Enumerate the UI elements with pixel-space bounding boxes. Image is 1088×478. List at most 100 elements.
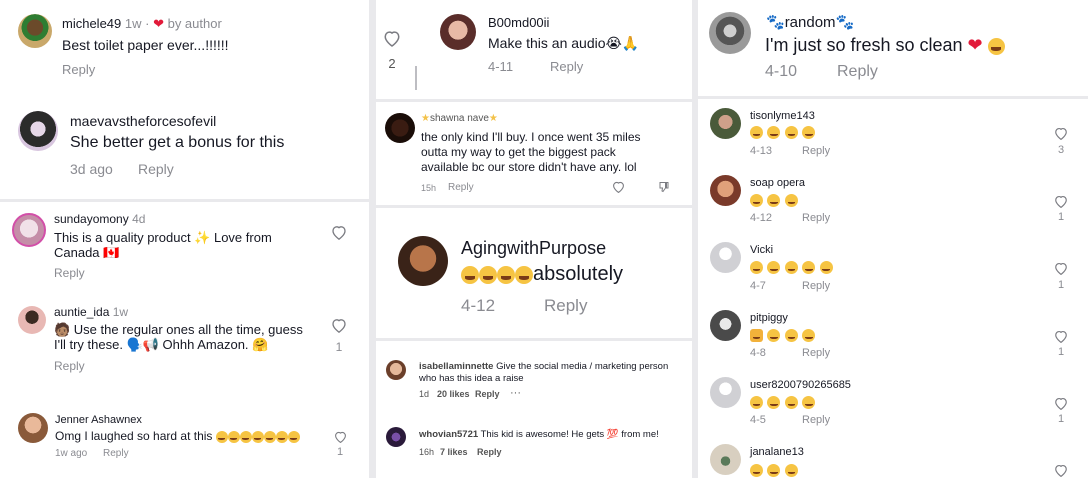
comment-time: 4-12	[461, 296, 496, 315]
avatar[interactable]	[18, 111, 58, 151]
comment-username[interactable]: 🐾random🐾	[766, 13, 854, 31]
like-heart-icon[interactable]	[383, 30, 401, 47]
like-count: 3	[1057, 144, 1065, 156]
avatar[interactable]	[18, 14, 52, 48]
like-count: 1	[336, 446, 344, 458]
comment-username[interactable]: B00md00ii	[488, 15, 549, 30]
reply-button[interactable]: Reply	[802, 145, 830, 157]
comment-time: 1d	[419, 389, 430, 399]
avatar[interactable]	[710, 108, 741, 139]
comment-text-content: I'm just so fresh so clean	[765, 35, 968, 55]
comment-username[interactable]: maevavstheforcesofevil	[70, 113, 216, 129]
username-text[interactable]: auntie_ida	[54, 305, 109, 319]
reply-button[interactable]: Reply	[544, 296, 587, 316]
avatar[interactable]	[385, 113, 415, 143]
comment-username[interactable]: AgingwithPurpose	[461, 238, 606, 259]
username-text[interactable]: michele49	[62, 16, 121, 31]
reply-button[interactable]: Reply	[802, 280, 830, 292]
reply-button[interactable]: Reply	[802, 414, 830, 426]
thread-line	[415, 66, 417, 90]
comment-text: whovian5721 This kid is awesome! He gets…	[419, 429, 659, 440]
comment-username[interactable]: pitpiggy	[750, 312, 788, 324]
comment-text: She better get a bonus for this	[70, 134, 285, 151]
comment-text-content: absolutely	[533, 263, 624, 285]
divider	[376, 338, 692, 341]
more-options-button[interactable]: ···	[510, 387, 521, 399]
like-heart-icon[interactable]	[1054, 127, 1068, 140]
laughing-emoji-row	[750, 394, 816, 412]
like-heart-icon[interactable]	[1054, 330, 1068, 343]
comment-text-line-1: isabellaminnette Give the social media /…	[419, 361, 668, 372]
avatar[interactable]	[710, 444, 741, 475]
divider	[0, 199, 372, 202]
reply-button[interactable]: Reply	[54, 266, 85, 280]
avatar[interactable]	[12, 213, 46, 247]
comment-time: 4-12	[750, 212, 773, 224]
comment-text-line-1: the only kind I'll buy. I once went 35 m…	[421, 130, 641, 144]
reply-button[interactable]: Reply	[550, 59, 583, 74]
reply-button[interactable]: Reply	[475, 389, 500, 399]
reply-button[interactable]: Reply	[103, 448, 129, 459]
reply-button[interactable]: Reply	[54, 359, 85, 373]
reply-button[interactable]: Reply	[802, 212, 830, 224]
divider	[698, 96, 1088, 99]
reply-button[interactable]: Reply	[62, 62, 95, 77]
dislike-icon[interactable]	[658, 181, 670, 193]
comment-username[interactable]: user8200790265685	[750, 379, 851, 391]
reply-button[interactable]: Reply	[448, 182, 474, 193]
comment-time: 4-11	[488, 59, 514, 74]
like-heart-icon[interactable]	[612, 181, 625, 193]
avatar[interactable]	[398, 236, 448, 286]
author-badge: by author	[167, 16, 222, 31]
avatar[interactable]	[710, 310, 741, 341]
comment-text: Omg I laughed so hard at this	[55, 429, 300, 443]
comment-time: 1w	[112, 305, 129, 319]
column-2: 2 B00md00ii Make this an audio😭🙏 4-11 Re…	[376, 0, 692, 478]
comment-username[interactable]: michele49 1w · ❤ by author	[62, 16, 222, 32]
like-heart-icon[interactable]	[1054, 397, 1068, 410]
comment-time: 15h	[421, 183, 437, 193]
reply-button[interactable]: Reply	[477, 447, 502, 457]
reply-button[interactable]: Reply	[837, 63, 878, 81]
comment-time: 4-10	[765, 63, 798, 80]
like-heart-icon[interactable]	[1054, 464, 1068, 477]
heart-icon: ❤	[153, 16, 164, 31]
comment-username[interactable]: janalane13	[750, 446, 804, 458]
reply-button[interactable]: Reply	[802, 347, 830, 359]
username-text[interactable]: random	[785, 14, 836, 31]
avatar[interactable]	[386, 360, 406, 380]
avatar[interactable]	[18, 413, 48, 443]
comment-text-line-2: who has this idea a raise	[419, 373, 524, 384]
avatar[interactable]	[709, 12, 751, 54]
avatar[interactable]	[710, 377, 741, 408]
avatar[interactable]	[710, 242, 741, 273]
like-heart-icon[interactable]	[1054, 262, 1068, 275]
like-heart-icon[interactable]	[331, 318, 347, 333]
like-heart-icon[interactable]	[1054, 195, 1068, 208]
avatar[interactable]	[440, 14, 476, 50]
username-text[interactable]: shawna nave	[430, 113, 489, 124]
comment-username[interactable]: whovian5721	[419, 429, 478, 440]
avatar[interactable]	[710, 175, 741, 206]
comment-username[interactable]: soap opera	[750, 177, 805, 189]
comment-username[interactable]: sundayomony 4d	[54, 212, 145, 226]
avatar[interactable]	[386, 427, 406, 447]
like-count: 2	[388, 56, 396, 71]
comment-username[interactable]: auntie_ida 1w	[54, 305, 128, 319]
comment-username[interactable]: Vicki	[750, 244, 773, 256]
like-heart-icon[interactable]	[334, 431, 347, 443]
like-count: 1	[1057, 211, 1065, 223]
comment-username[interactable]: ★shawna nave★	[421, 113, 498, 124]
reply-button[interactable]: Reply	[138, 161, 174, 177]
like-heart-icon[interactable]	[331, 225, 347, 240]
comment-username[interactable]: tisonlyme143	[750, 110, 815, 122]
avatar[interactable]	[18, 306, 46, 334]
comment-username[interactable]: isabellaminnette	[419, 361, 493, 372]
comment-username[interactable]: Jenner Ashawnex	[55, 414, 142, 426]
username-text[interactable]: sundayomony	[54, 212, 129, 226]
like-count: 1	[1057, 346, 1065, 358]
comment-time: 4d	[132, 212, 146, 226]
laughing-emoji-row	[750, 124, 816, 142]
comment-text-line-3: available bc our store didn't have any. …	[421, 160, 637, 174]
like-count: 1	[1057, 279, 1065, 291]
